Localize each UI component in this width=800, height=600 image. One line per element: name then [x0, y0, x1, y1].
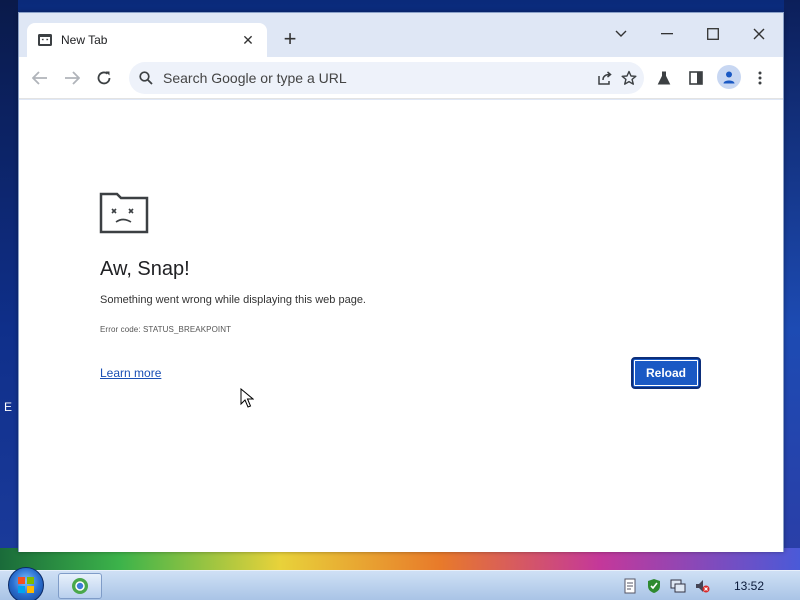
error-title: Aw, Snap! [100, 258, 190, 280]
desktop-edge-label: E [4, 400, 13, 414]
tab-strip: New Tab ✕ + [19, 13, 783, 57]
maximize-icon[interactable] [693, 19, 733, 49]
search-icon [139, 71, 153, 85]
browser-toolbar: Search Google or type a URL [19, 57, 783, 99]
browser-window: New Tab ✕ + Search Google or type a URL … [18, 12, 784, 552]
document-tray-icon[interactable] [622, 578, 638, 594]
forward-icon[interactable] [59, 65, 85, 91]
plus-icon[interactable]: + [277, 27, 303, 53]
tab-title: New Tab [61, 33, 108, 47]
error-message: Something went wrong while displaying th… [100, 294, 366, 306]
start-orb-icon[interactable] [8, 567, 44, 600]
sad-folder-icon [99, 192, 149, 234]
reload-icon[interactable] [91, 65, 117, 91]
security-check-tray-icon[interactable] [646, 578, 662, 594]
taskbar: 13:52 [0, 567, 800, 600]
error-code: Error code: STATUS_BREAKPOINT [100, 325, 232, 334]
omnibox[interactable]: Search Google or type a URL [129, 62, 644, 94]
back-icon[interactable] [27, 65, 53, 91]
taskbar-clock[interactable]: 13:52 [734, 579, 764, 593]
profile-icon[interactable] [717, 65, 741, 89]
tab-new-tab[interactable]: New Tab ✕ [27, 23, 267, 57]
close-icon[interactable]: ✕ [239, 32, 257, 49]
chevron-down-icon[interactable] [601, 19, 641, 49]
taskbar-browser-button[interactable] [58, 573, 102, 599]
browser-task-icon [72, 578, 88, 594]
error-page: Aw, Snap! Something went wrong while dis… [19, 100, 783, 552]
mouse-cursor-icon [240, 388, 254, 408]
window-close-icon[interactable] [739, 19, 779, 49]
learn-more-link[interactable]: Learn more [100, 366, 161, 380]
star-icon[interactable] [621, 70, 637, 86]
volume-muted-tray-icon[interactable] [694, 578, 710, 594]
side-panel-icon[interactable] [683, 65, 709, 91]
reload-button[interactable]: Reload [631, 357, 701, 389]
minimize-icon[interactable] [647, 19, 687, 49]
tab-favicon-icon [38, 34, 52, 46]
labs-flask-icon[interactable] [651, 65, 677, 91]
desktop-background-left [0, 0, 18, 548]
network-tray-icon[interactable] [670, 578, 686, 594]
more-menu-icon[interactable] [747, 65, 773, 91]
desktop-background-right [784, 0, 800, 548]
share-icon[interactable] [597, 70, 613, 86]
omnibox-placeholder: Search Google or type a URL [163, 70, 347, 86]
